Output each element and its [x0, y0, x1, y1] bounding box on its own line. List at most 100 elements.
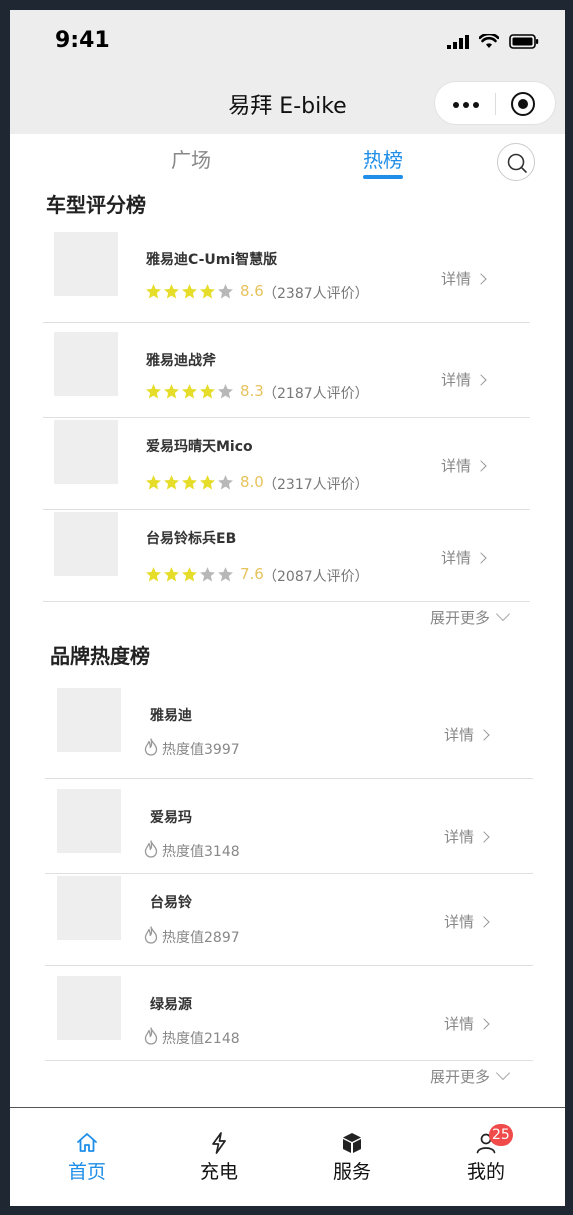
brand-name: 爱易玛: [150, 810, 192, 826]
brand-more-label: 展开更多: [430, 1068, 491, 1086]
rating-score: 8.0: [240, 473, 264, 491]
brand-thumbnail: [57, 688, 121, 752]
rating-stars: [145, 283, 235, 300]
model-name: 雅易迪战斧: [146, 353, 216, 369]
detail-link[interactable]: 详情: [444, 826, 490, 847]
search-button[interactable]: [497, 143, 535, 181]
brand-name: 台易铃: [150, 895, 192, 911]
detail-link[interactable]: 详情: [444, 1013, 490, 1034]
detail-label: 详情: [441, 371, 472, 389]
cube-icon: [343, 1133, 361, 1153]
tabbar-charge[interactable]: 充电: [174, 1108, 264, 1198]
tab-active-underline: [363, 175, 403, 179]
brand-thumbnail: [57, 976, 121, 1040]
brand-thumbnail: [57, 876, 121, 940]
model-thumbnail: [54, 332, 118, 396]
tab-square[interactable]: 广场: [171, 144, 211, 173]
tabbar-service[interactable]: 服务: [307, 1108, 397, 1198]
brand-thumbnail: [57, 789, 121, 853]
star-icon: [200, 567, 215, 582]
model-ranking-title: 车型评分榜: [46, 193, 146, 217]
star-icon: [182, 384, 197, 399]
detail-label: 详情: [444, 828, 475, 846]
flame-icon: [144, 926, 158, 944]
tab-hot-list[interactable]: 热榜: [363, 144, 403, 173]
star-icon: [182, 567, 197, 582]
model-name: 雅易迪C-Umi智慧版: [146, 252, 278, 268]
star-icon: [218, 284, 233, 299]
brand-rank-row[interactable]: 爱易玛热度值3148 详情: [45, 780, 533, 874]
mini-program-capsule: [434, 81, 556, 125]
star-icon: [218, 567, 233, 582]
rating-score: 8.6: [240, 282, 264, 300]
signal-icon: [447, 34, 469, 49]
rating-stars: [145, 566, 235, 583]
wifi-icon: [479, 34, 499, 48]
flame-icon: [144, 840, 158, 858]
star-icon: [218, 384, 233, 399]
model-rank-row[interactable]: 雅易迪战斧 8.3 （2187人评价） 详情: [43, 323, 530, 418]
model-more-label: 展开更多: [430, 609, 491, 627]
detail-link[interactable]: 详情: [441, 268, 487, 289]
model-rank-row[interactable]: 雅易迪C-Umi智慧版 8.6 （2387人评价） 详情: [43, 232, 530, 323]
detail-link[interactable]: 详情: [441, 547, 487, 568]
detail-link[interactable]: 详情: [441, 369, 487, 390]
model-thumbnail: [54, 232, 118, 296]
flame-icon: [144, 738, 158, 756]
star-icon: [182, 475, 197, 490]
detail-link[interactable]: 详情: [444, 724, 490, 745]
detail-label: 详情: [441, 549, 472, 567]
model-more-button[interactable]: 展开更多: [430, 606, 511, 628]
phone-screen: 9:41 易拜 E-bike 广场 热榜 车型评分榜 雅易迪C-Umi智慧版 8…: [10, 10, 565, 1206]
model-name: 爱易玛晴天Mico: [146, 439, 253, 455]
tabbar-home[interactable]: 首页: [42, 1108, 132, 1198]
brand-name: 雅易迪: [150, 708, 192, 724]
detail-label: 详情: [441, 457, 472, 475]
chevron-right-icon: [475, 374, 487, 386]
heat-label: 热度值3997: [162, 742, 240, 758]
heat-value: 热度值3148: [144, 840, 240, 861]
tabbar-home-label: 首页: [67, 1161, 106, 1183]
lightning-icon: [212, 1132, 226, 1154]
brand-name: 绿易源: [150, 997, 192, 1013]
star-icon: [200, 384, 215, 399]
more-dots-icon[interactable]: [453, 102, 479, 108]
star-icon: [146, 384, 161, 399]
chevron-right-icon: [475, 273, 487, 285]
rating-count: （2387人评价）: [263, 286, 369, 302]
brand-rank-row[interactable]: 台易铃热度值2897 详情: [45, 874, 533, 966]
home-icon: [77, 1133, 97, 1152]
brand-ranking-title: 品牌热度榜: [50, 644, 150, 668]
chevron-right-icon: [478, 916, 490, 928]
detail-link[interactable]: 详情: [441, 455, 487, 476]
bottom-tab-bar: 首页 充电 服务 25 我的: [10, 1107, 565, 1206]
model-rank-row[interactable]: 台易铃标兵EB 7.6 （2087人评价） 详情: [43, 510, 530, 602]
model-rank-row[interactable]: 爱易玛晴天Mico 8.0 （2317人评价） 详情: [43, 418, 530, 510]
rating-count: （2317人评价）: [263, 477, 369, 493]
chevron-down-icon: [495, 606, 511, 622]
heat-value: 热度值3997: [144, 738, 240, 759]
heat-label: 热度值2897: [162, 930, 240, 946]
star-icon: [218, 475, 233, 490]
brand-rank-row[interactable]: 雅易迪热度值3997 详情: [45, 688, 533, 779]
star-icon: [164, 475, 179, 490]
detail-link[interactable]: 详情: [444, 911, 490, 932]
tabbar-mine[interactable]: 25 我的: [441, 1108, 531, 1198]
brand-rank-row[interactable]: 绿易源热度值2148 详情: [45, 966, 533, 1061]
tabbar-mine-label: 我的: [466, 1161, 505, 1183]
heat-value: 热度值2897: [144, 926, 240, 947]
heat-value: 热度值2148: [144, 1027, 240, 1048]
detail-label: 详情: [444, 726, 475, 744]
detail-label: 详情: [441, 270, 472, 288]
tabbar-service-label: 服务: [332, 1161, 371, 1183]
model-thumbnail: [54, 420, 118, 484]
capsule-divider: [495, 93, 496, 115]
star-icon: [164, 284, 179, 299]
status-time: 9:41: [55, 28, 110, 53]
rating-score: 7.6: [240, 565, 264, 583]
star-icon: [146, 284, 161, 299]
rating-stars: [145, 474, 235, 491]
brand-more-button[interactable]: 展开更多: [430, 1065, 511, 1087]
star-icon: [200, 284, 215, 299]
close-target-icon[interactable]: [511, 92, 535, 116]
